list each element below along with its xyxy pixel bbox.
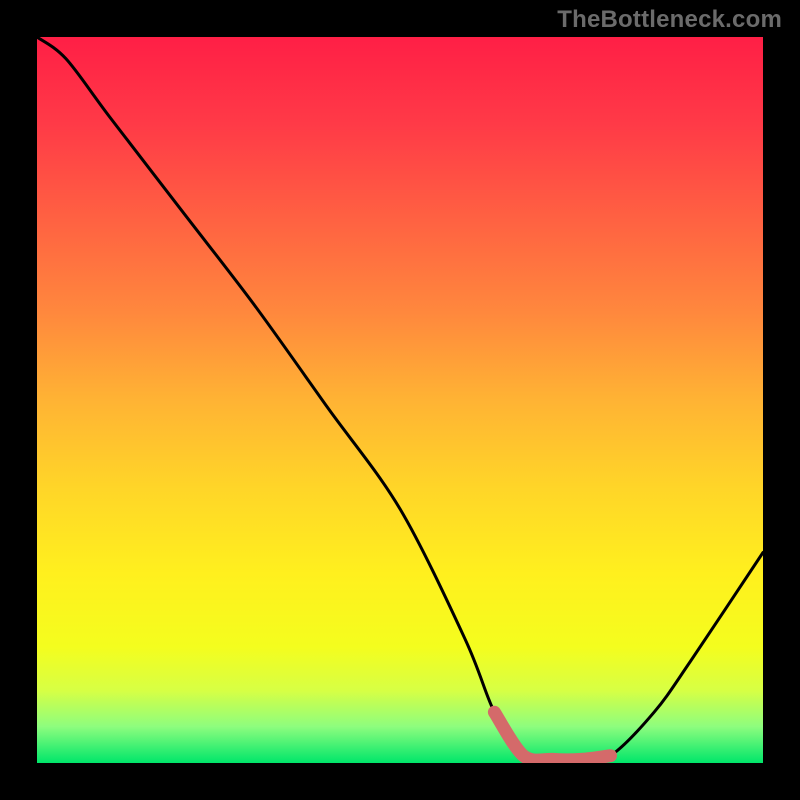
bottleneck-chart xyxy=(37,37,763,763)
chart-frame: TheBottleneck.com xyxy=(0,0,800,800)
attribution-watermark: TheBottleneck.com xyxy=(557,6,782,34)
chart-background xyxy=(37,37,763,763)
